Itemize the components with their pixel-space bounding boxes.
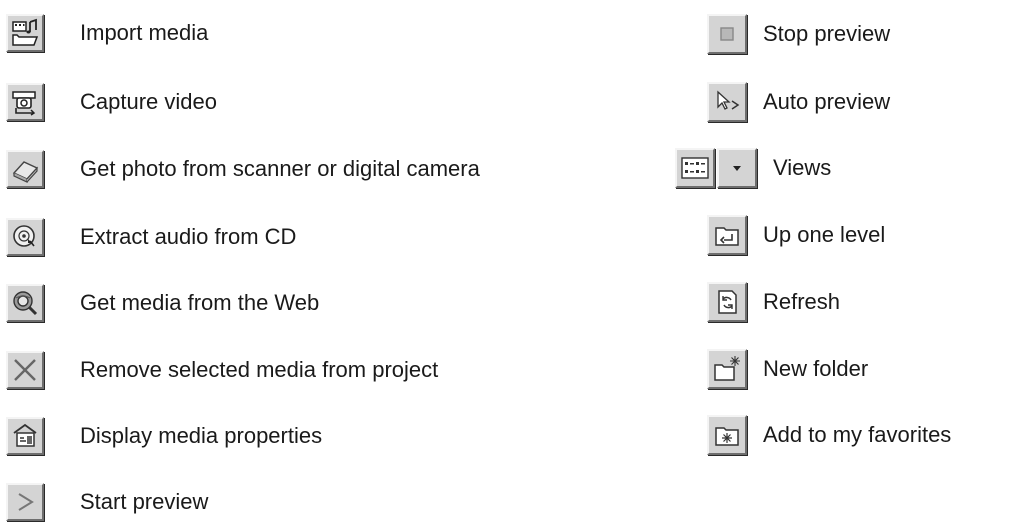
legend-row-refresh: Refresh: [707, 282, 1020, 322]
remove-media-button[interactable]: [6, 351, 44, 389]
legend-label: Display media properties: [80, 423, 323, 448]
cd-audio-icon: [13, 225, 35, 247]
legend-label: Up one level: [763, 222, 886, 247]
import-media-button[interactable]: [6, 14, 44, 52]
legend-row-scanner: Get photo from scanner or digital camera: [6, 149, 646, 189]
legend-row-new-folder: New folder: [707, 349, 1020, 389]
refresh-button[interactable]: [707, 282, 747, 322]
legend-row-views: Views: [675, 148, 1020, 188]
extract-audio-button[interactable]: [6, 218, 44, 256]
legend-label: Capture video: [80, 89, 217, 114]
legend-label: Get photo from scanner or digital camera: [80, 156, 480, 181]
media-properties-button[interactable]: [6, 417, 44, 455]
legend-row-capture-video: Capture video: [6, 82, 646, 122]
views-icon: [681, 157, 709, 179]
legend-label: Import media: [80, 20, 209, 45]
capture-video-icon: [12, 91, 36, 116]
views-split-button: [675, 148, 757, 188]
add-favorites-icon: [715, 427, 739, 446]
new-folder-icon: [714, 356, 740, 381]
legend-label: Start preview: [80, 489, 209, 514]
stop-icon: [720, 27, 734, 41]
add-favorites-button[interactable]: [707, 415, 747, 455]
up-one-level-button[interactable]: [707, 215, 747, 255]
stop-preview-button[interactable]: [707, 14, 747, 54]
scanner-icon: [12, 161, 39, 183]
legend-label: Views: [773, 155, 832, 180]
legend-label: Remove selected media from project: [80, 357, 439, 382]
legend-row-media-properties: Display media properties: [6, 416, 646, 456]
chevron-down-icon: [733, 166, 741, 171]
views-button[interactable]: [675, 148, 715, 188]
capture-video-button[interactable]: [6, 83, 44, 121]
legend-row-auto-preview: Auto preview: [707, 82, 1020, 122]
play-icon: [18, 493, 34, 511]
legend-row-import-media: Import media: [6, 13, 646, 53]
up-one-level-icon: [715, 227, 739, 246]
refresh-icon: [718, 290, 737, 314]
scanner-button[interactable]: [6, 150, 44, 188]
legend-row-start-preview: Start preview: [6, 482, 646, 522]
web-search-icon: [13, 291, 38, 316]
web-media-button[interactable]: [6, 284, 44, 322]
legend-label: Extract audio from CD: [80, 224, 297, 249]
auto-preview-button[interactable]: [707, 82, 747, 122]
views-dropdown-button[interactable]: [717, 148, 757, 188]
remove-x-icon: [14, 359, 36, 381]
legend-label: Auto preview: [763, 89, 891, 114]
legend-row-remove-media: Remove selected media from project: [6, 350, 646, 390]
legend-label: Get media from the Web: [80, 290, 320, 315]
legend-row-up-one-level: Up one level: [707, 215, 1020, 255]
auto-preview-icon: [717, 90, 740, 110]
legend-row-extract-audio: Extract audio from CD: [6, 217, 646, 257]
legend-label: Stop preview: [763, 21, 891, 46]
legend-label: New folder: [763, 356, 869, 381]
new-folder-button[interactable]: [707, 349, 747, 389]
legend-label: Refresh: [763, 289, 841, 314]
import-media-icon: [12, 18, 39, 46]
legend-row-add-favorites: Add to my favorites: [707, 415, 1020, 455]
properties-icon: [13, 423, 37, 447]
legend-row-web-media: Get media from the Web: [6, 283, 646, 323]
start-preview-button[interactable]: [6, 483, 44, 521]
legend-row-stop-preview: Stop preview: [707, 14, 1020, 54]
legend-label: Add to my favorites: [763, 422, 952, 447]
